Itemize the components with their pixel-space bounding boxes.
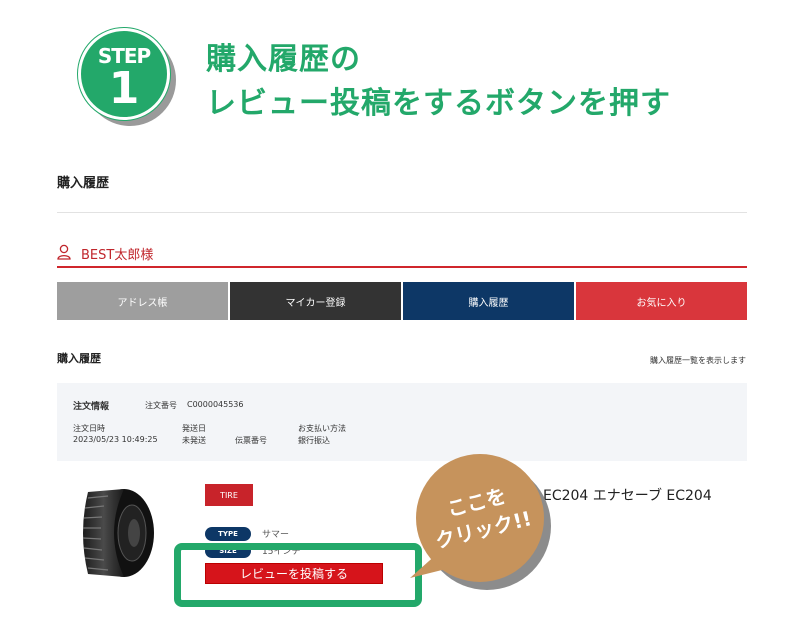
headline: 購入履歴の レビュー投稿をするボタンを押す: [206, 38, 671, 126]
section-note: 購入履歴一覧を表示します: [650, 356, 746, 365]
account-nav: アドレス帳 マイカー登録 購入履歴 お気に入り: [57, 282, 747, 320]
step-number: 1: [108, 63, 140, 114]
tab-purchase-history[interactable]: 購入履歴: [403, 282, 574, 320]
order-info-label: 注文情報: [73, 402, 110, 412]
tire-image: [82, 489, 154, 577]
order-date-value: 2023/05/23 10:49:25: [73, 435, 158, 444]
page-title: 購入履歴: [57, 176, 110, 191]
user-icon: [57, 244, 71, 260]
payment-method-value: 銀行振込: [298, 436, 330, 445]
order-date-label: 注文日時: [73, 424, 105, 433]
step-badge: STEP 1: [78, 28, 176, 126]
product-name[interactable]: EC204 エナセーブ EC204: [543, 485, 712, 505]
payment-method-label: お支払い方法: [298, 424, 346, 433]
tracking-number-label: 伝票番号: [235, 436, 267, 445]
order-number-value: C0000045536: [187, 400, 244, 409]
divider: [57, 212, 747, 213]
section-title: 購入履歴: [57, 352, 101, 365]
tab-my-car[interactable]: マイカー登録: [230, 282, 401, 320]
category-tag: TIRE: [205, 484, 253, 506]
order-number-label: 注文番号: [145, 401, 177, 410]
tab-favorites[interactable]: お気に入り: [576, 282, 747, 320]
ship-date-value: 未発送: [182, 436, 206, 445]
type-value: サマー: [262, 530, 290, 540]
headline-line-1: 購入履歴の: [206, 42, 361, 77]
tab-address-book[interactable]: アドレス帳: [57, 282, 228, 320]
order-info-panel: 注文情報 注文番号 C0000045536 注文日時 2023/05/23 10…: [57, 383, 747, 461]
ship-date-label: 発送日: [182, 424, 206, 433]
user-greeting: BEST太郎様: [57, 242, 747, 268]
highlight-frame: [174, 543, 422, 607]
headline-line-2: レビュー投稿をするボタンを押す: [206, 86, 671, 121]
type-pill: TYPE: [205, 527, 251, 541]
user-name: BEST太郎様: [81, 248, 154, 263]
